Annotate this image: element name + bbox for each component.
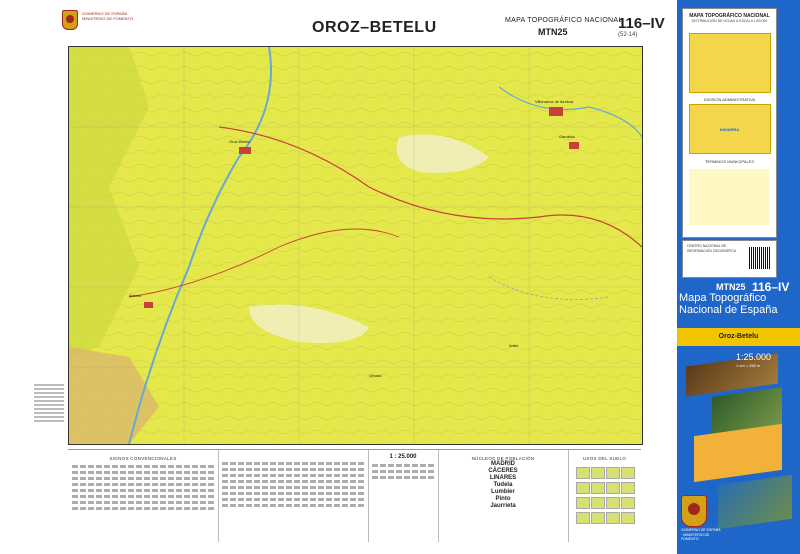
index-map: [689, 33, 771, 93]
legend-usos: USOS DEL SUELO: [568, 450, 641, 542]
scale-label: 1 : 25.000: [389, 454, 417, 460]
town-garralda[interactable]: [569, 142, 579, 149]
cover-title: Mapa Topográfico Nacional de España: [679, 292, 778, 316]
sheet-subnumber: (52-14): [618, 32, 638, 38]
map-canvas: Oroz-Betelu Arrieta Garralda Villanueva …: [69, 47, 642, 444]
cover-place-band: Oroz-Betelu: [677, 328, 800, 346]
town-sample: Tudela: [493, 482, 513, 488]
division-title: DIVISIÓN ADMINISTRATIVA: [703, 97, 756, 102]
legend-signos: SIGNOS CONVENCIONALES: [68, 450, 219, 542]
terminos-title: TÉRMINOS MUNICIPALES: [704, 159, 755, 164]
coat-of-arms-icon: [62, 10, 78, 30]
region-label: NAVARRA: [719, 127, 740, 132]
town-aribe[interactable]: [549, 107, 563, 116]
town-sample: Lumbier: [491, 489, 515, 495]
place-label: Garralda: [559, 134, 575, 139]
series-code: MTN25: [538, 27, 568, 37]
ministry-logo: GOBIERNO DE ESPAÑA · MINISTERIO DE FOMEN…: [62, 10, 152, 40]
legend-bar: SIGNOS CONVENCIONALES 1 : 25.000 NÚCLEOS…: [68, 449, 641, 542]
contour-lines: [69, 47, 642, 444]
cover-place: Oroz-Betelu: [718, 333, 759, 340]
series-name: MAPA TOPOGRÁFICO NACIONAL: [505, 17, 623, 24]
index-subtitle: DISTRIBUCIÓN DE HOJAS A ESCALA 1:50.000: [691, 19, 768, 23]
agency-panel: CENTRO NACIONAL DE INFORMACIÓN GEOGRÁFIC…: [682, 240, 777, 278]
municipalities-list: [689, 169, 769, 225]
map-sheet: GOBIERNO DE ESPAÑA · MINISTERIO DE FOMEN…: [0, 0, 800, 554]
map-title: OROZ–BETELU: [312, 19, 437, 36]
barcode-icon: [749, 247, 771, 269]
cover-ministry: GOBIERNO DE ESPAÑA · MINISTERIO DE FOMEN…: [681, 528, 721, 541]
legend-scale: 1 : 25.000: [368, 450, 439, 542]
ministry-label: GOBIERNO DE ESPAÑA · MINISTERIO DE FOMEN…: [82, 11, 134, 21]
town-arrieta[interactable]: [144, 302, 153, 308]
sheet-number: 116–IV: [618, 15, 665, 32]
town-sample: CÁCERES: [488, 468, 518, 474]
town-sample: Jaurrieta: [490, 503, 516, 509]
agency-label: CENTRO NACIONAL DE INFORMACIÓN GEOGRÁFIC…: [687, 244, 737, 253]
cover-series-code: MTN25: [716, 282, 746, 292]
town-sample: MADRID: [491, 461, 515, 467]
side-table: [34, 382, 64, 442]
place-label: Aribe: [509, 343, 519, 348]
legend-nucleos: NÚCLEOS DE POBLACIÓN MADRID CÁCERES LINA…: [438, 450, 569, 542]
topographic-map[interactable]: Oroz-Betelu Arrieta Garralda Villanueva …: [68, 46, 643, 445]
place-label: Oroz-Betelu: [229, 139, 250, 144]
legend-symbols: [218, 450, 369, 542]
place-label: Arrieta: [129, 293, 142, 298]
cover-scale: 1:25.000: [736, 352, 772, 362]
town-sample: LINARES: [489, 475, 517, 481]
place-label: Villanueva de Aezkoa: [535, 99, 574, 104]
town-sample: Pinto: [495, 496, 511, 502]
cover-coat-of-arms-icon: [681, 495, 707, 527]
sheet-index-panel: MAPA TOPOGRÁFICO NACIONAL DISTRIBUCIÓN D…: [682, 8, 777, 238]
legend-signos-title: SIGNOS CONVENCIONALES: [109, 456, 177, 461]
legend-usos-title: USOS DEL SUELO: [582, 456, 627, 461]
town-oroz-betelu[interactable]: [239, 147, 251, 154]
place-label: Orbara: [369, 373, 382, 378]
cover-scale-note: 1 cm = 250 m: [736, 363, 761, 368]
